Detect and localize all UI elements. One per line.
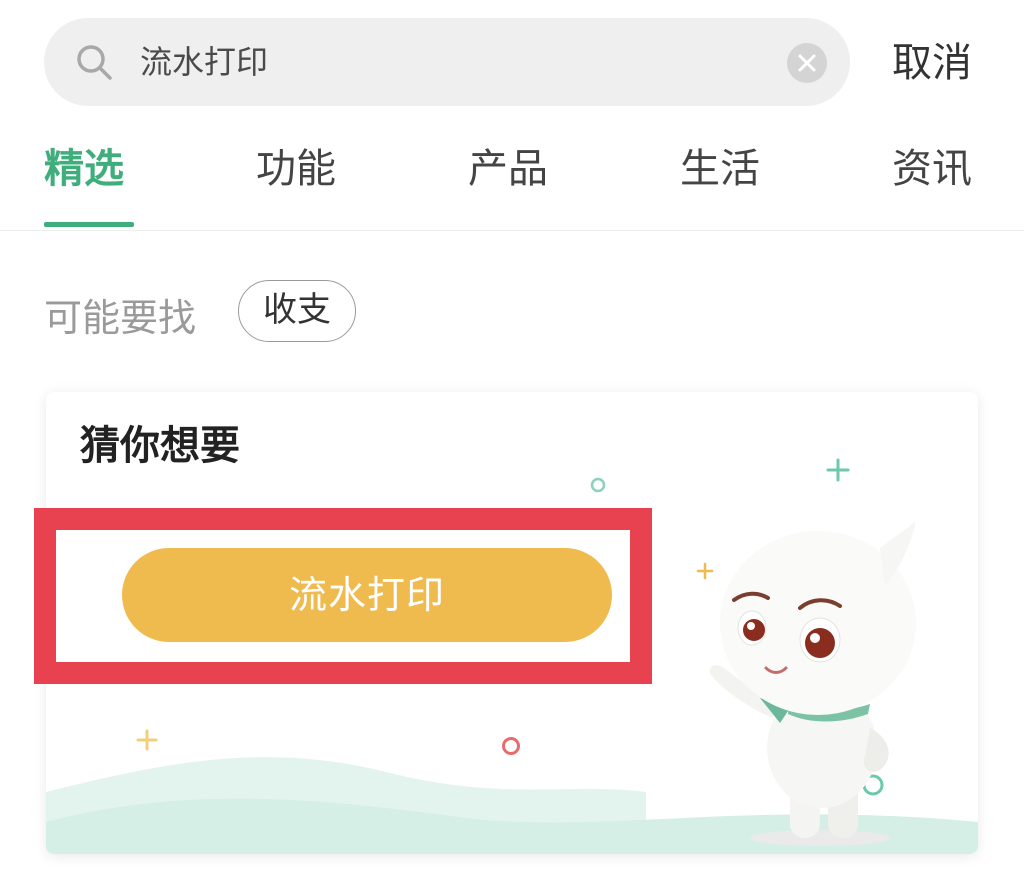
category-tabs: 精选 功能 产品 生活 资讯	[0, 140, 1024, 231]
card-title: 猜你想要	[80, 423, 240, 469]
active-tab-indicator	[44, 222, 134, 227]
suggest-chip[interactable]: 收支	[238, 280, 356, 342]
tab-functions[interactable]: 功能	[256, 140, 336, 198]
clear-icon[interactable]	[786, 42, 828, 84]
circle-sparkle-icon	[590, 477, 606, 493]
plus-sparkle-icon	[826, 458, 850, 482]
suggest-label: 可能要找	[44, 296, 197, 340]
mascot-illustration	[709, 520, 916, 846]
circle-sparkle-icon	[502, 737, 520, 755]
search-bar[interactable]: 流水打印	[44, 18, 850, 106]
tab-featured[interactable]: 精选	[44, 140, 124, 198]
search-input[interactable]: 流水打印	[140, 40, 268, 84]
tab-news[interactable]: 资讯	[892, 140, 972, 198]
tab-life[interactable]: 生活	[680, 140, 760, 198]
cancel-button[interactable]: 取消	[892, 36, 972, 90]
search-icon	[77, 45, 112, 80]
statement-print-button[interactable]: 流水打印	[122, 548, 612, 642]
search-results-page: 流水打印 取消 精选 功能 产品 生活 资讯 可能要找 收支 猜你想要 流水打印	[0, 0, 1024, 890]
tab-products[interactable]: 产品	[468, 140, 548, 198]
plus-sparkle-icon	[136, 729, 158, 751]
